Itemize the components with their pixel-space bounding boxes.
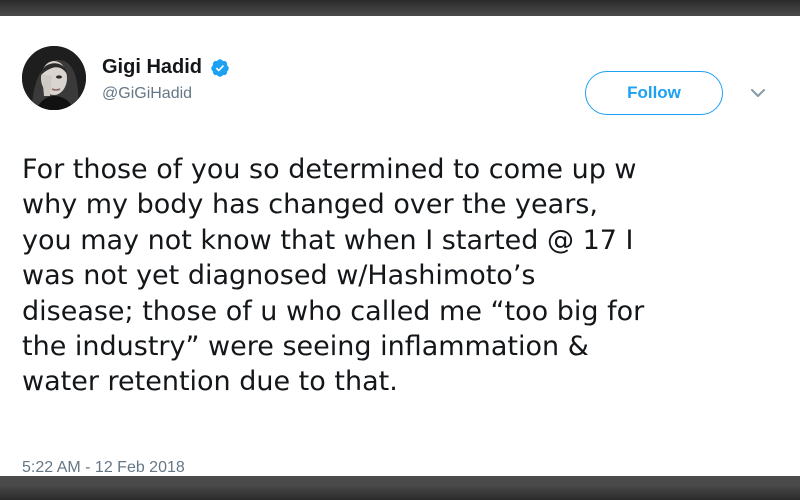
- author-info: Gigi Hadid @GiGiHadid: [102, 56, 230, 103]
- tweet-timestamp[interactable]: 5:22 AM - 12 Feb 2018: [22, 459, 185, 477]
- chevron-down-icon[interactable]: [748, 86, 768, 100]
- author-display-name[interactable]: Gigi Hadid: [102, 56, 202, 79]
- follow-button[interactable]: Follow: [585, 71, 723, 115]
- avatar[interactable]: [22, 46, 86, 110]
- verified-badge-icon: [210, 58, 230, 78]
- tweet-card: Gigi Hadid @GiGiHadid Follow For those o…: [0, 16, 800, 476]
- author-handle[interactable]: @GiGiHadid: [102, 85, 230, 103]
- tweet-text: For those of you so determined to come u…: [22, 154, 645, 398]
- screenshot-frame: Gigi Hadid @GiGiHadid Follow For those o…: [0, 0, 800, 500]
- avatar-image: [22, 46, 86, 110]
